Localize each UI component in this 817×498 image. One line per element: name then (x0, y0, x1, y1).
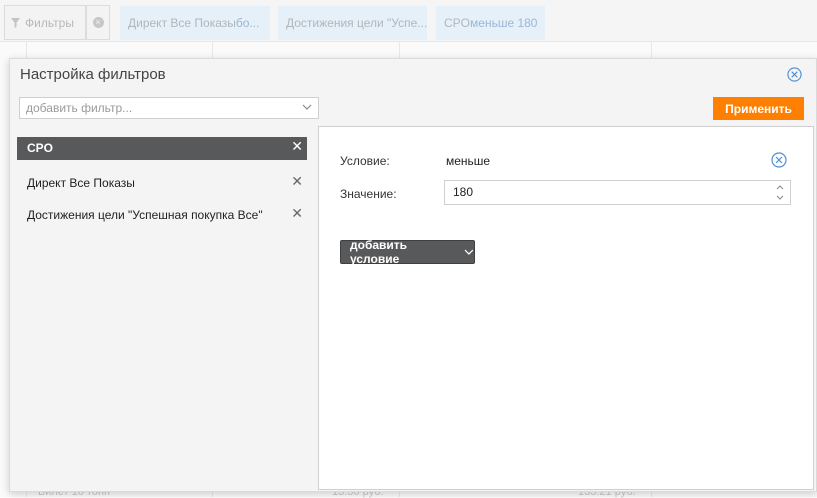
value-input-text: 180 (453, 185, 474, 199)
apply-button[interactable]: Применить (713, 97, 804, 120)
remove-filter-icon[interactable]: ✕ (291, 172, 303, 190)
chip-highlight: бо... (235, 16, 260, 30)
chevron-down-icon (302, 104, 312, 110)
close-circle-icon[interactable] (787, 67, 802, 82)
chip-text: Достижения цели "Успе... (286, 16, 427, 30)
filter-editor: Условие: меньше Значение: 180 добавить у… (318, 126, 814, 490)
filters-list: CPO ✕ Директ Все Показы ✕ Достижения цел… (10, 127, 318, 491)
filter-item-goals[interactable]: Достижения цели "Успешная покупка Все" ✕ (17, 204, 307, 227)
condition-value[interactable]: меньше (446, 154, 490, 168)
filter-chip-goals[interactable]: Достижения цели "Успе... (278, 6, 427, 40)
chevron-down-icon (464, 249, 474, 255)
add-filter-dropdown[interactable]: добавить фильтр... (19, 97, 319, 119)
filter-item-label: Достижения цели "Успешная покупка Все" (27, 208, 263, 222)
filter-settings-dialog: Настройка фильтров добавить фильтр... Пр… (9, 58, 817, 492)
remove-filter-icon[interactable]: ✕ (291, 204, 303, 222)
filters-button-label: Фильтры (25, 15, 74, 30)
remove-filter-icon[interactable]: ✕ (291, 137, 303, 155)
dialog-title: Настройка фильтров (20, 66, 166, 83)
filter-bar: Фильтры × Директ Все Показы бо... Достиж… (0, 0, 817, 42)
clear-filters-button[interactable]: × (86, 5, 110, 40)
add-filter-placeholder: добавить фильтр... (26, 101, 133, 115)
filter-chip-cpo[interactable]: CPO меньше 180 (436, 6, 545, 40)
spinner-arrows-icon[interactable] (776, 183, 784, 202)
chip-highlight: меньше 180 (470, 16, 538, 30)
remove-condition-icon[interactable] (771, 152, 787, 168)
filter-chip-direct[interactable]: Директ Все Показы бо... (120, 6, 270, 40)
value-input[interactable]: 180 (444, 180, 791, 205)
chip-text: Директ Все Показы (128, 16, 236, 30)
condition-label: Условие: (340, 154, 390, 168)
filters-button[interactable]: Фильтры (4, 5, 86, 40)
filter-funnel-icon (11, 17, 20, 28)
chip-text: CPO (444, 16, 471, 30)
filter-item-label: Директ Все Показы (27, 176, 135, 190)
add-condition-label: добавить условие (350, 238, 408, 266)
filter-item-cpo[interactable]: CPO ✕ (17, 137, 307, 160)
value-label: Значение: (340, 187, 397, 201)
filter-item-label: CPO (27, 141, 54, 155)
add-condition-button[interactable]: добавить условие (340, 238, 475, 266)
clear-circle-icon: × (92, 17, 104, 28)
filter-item-direct[interactable]: Директ Все Показы ✕ (17, 172, 307, 195)
